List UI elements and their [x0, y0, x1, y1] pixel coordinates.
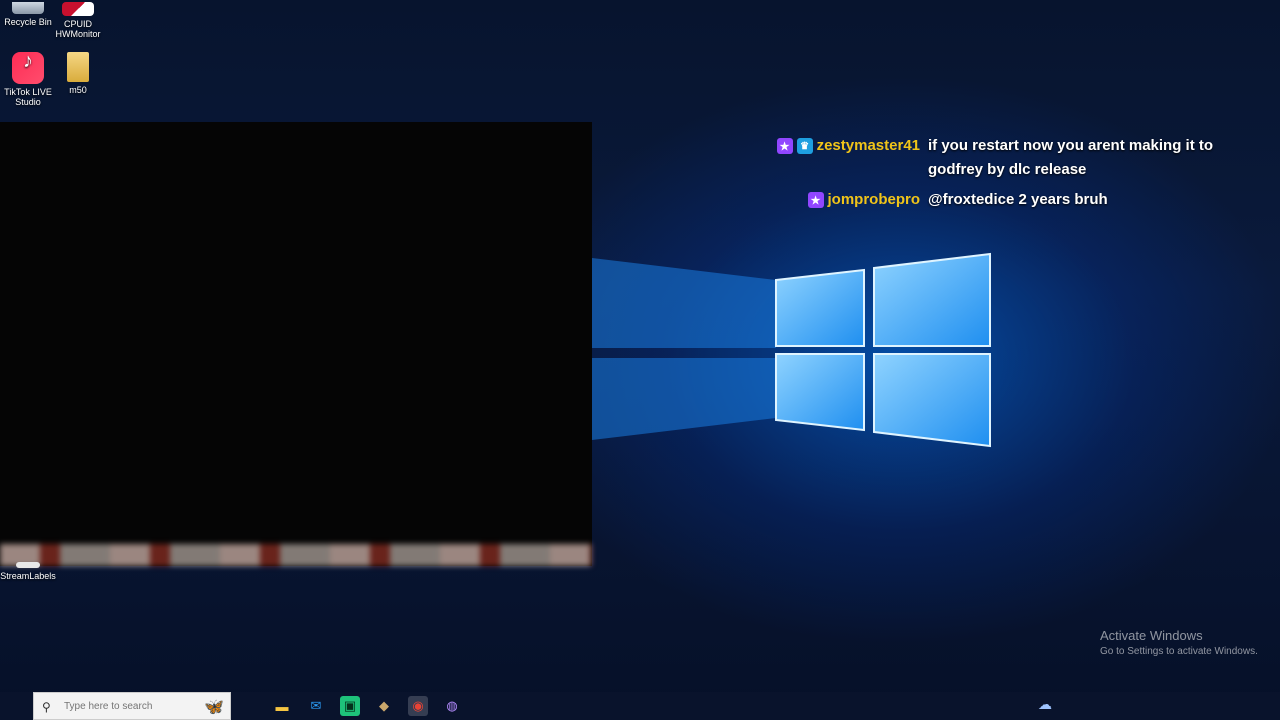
windows-logo-wallpaper	[592, 252, 991, 448]
streamlabels-shortcut[interactable]: StreamLabels	[0, 562, 56, 581]
photos-icon[interactable]: ◆	[374, 696, 394, 716]
chat-badges: ★ jomprobepro	[760, 188, 928, 212]
app-icon[interactable]: ▣	[340, 696, 360, 716]
recycle-bin-label: Recycle Bin	[4, 17, 52, 27]
cpuid-label: CPUID HWMonitor	[55, 19, 101, 39]
m50-label: m50	[69, 85, 87, 95]
recycle-bin-shortcut[interactable]: Recycle Bin	[0, 2, 56, 27]
m50-folder-shortcut[interactable]: m50	[50, 52, 106, 95]
folder-icon	[67, 52, 89, 82]
mail-icon[interactable]: ✉	[306, 696, 326, 716]
taskbar: ⚲ 🦋 ▬ ✉ ▣ ◆ ◉ ◍ ☁	[0, 692, 1280, 720]
streamlabels-label: StreamLabels	[0, 571, 56, 581]
keyboard-glow	[0, 544, 592, 566]
chat-message: ★ jomprobepro @froxtedice 2 years bruh	[760, 188, 1240, 212]
weather-icon[interactable]: ☁	[1038, 696, 1052, 713]
activate-subtitle: Go to Settings to activate Windows.	[1100, 646, 1258, 657]
chrome-icon[interactable]: ◉	[408, 696, 428, 716]
activate-windows-watermark: Activate Windows Go to Settings to activ…	[1100, 628, 1258, 657]
streamlabels-icon	[16, 562, 40, 568]
chat-message: ★ ♛ zestymaster41 if you restart now you…	[760, 134, 1240, 182]
streaming-app-icon[interactable]: ◍	[442, 696, 462, 716]
cpuid-icon	[62, 2, 94, 16]
activate-title: Activate Windows	[1100, 628, 1203, 643]
tiktok-label: TikTok LIVE Studio	[4, 87, 52, 107]
chat-username: zestymaster41	[816, 137, 920, 154]
star-icon: ★	[807, 192, 824, 208]
butterfly-icon: 🦋	[204, 699, 224, 716]
stream-chat-overlay: ★ ♛ zestymaster41 if you restart now you…	[760, 134, 1240, 218]
chat-text: if you restart now you arent making it t…	[928, 137, 1214, 178]
chat-badges: ★ ♛ zestymaster41	[760, 134, 928, 158]
star-icon: ★	[776, 138, 793, 154]
recycle-bin-icon	[12, 2, 44, 14]
crown-icon: ♛	[796, 138, 813, 154]
tiktok-live-studio-shortcut[interactable]: TikTok LIVE Studio	[0, 52, 56, 107]
chat-username: jomprobepro	[827, 191, 921, 208]
game-capture-window[interactable]	[0, 122, 592, 566]
tiktok-icon	[12, 52, 44, 84]
chat-text: @froxtedice 2 years bruh	[928, 191, 1108, 208]
search-input[interactable]	[62, 699, 186, 713]
file-explorer-icon[interactable]: ▬	[272, 696, 292, 716]
cpuid-shortcut[interactable]: CPUID HWMonitor	[50, 2, 106, 39]
search-icon: ⚲	[42, 700, 51, 714]
taskbar-search-box[interactable]: ⚲ 🦋	[33, 692, 231, 720]
